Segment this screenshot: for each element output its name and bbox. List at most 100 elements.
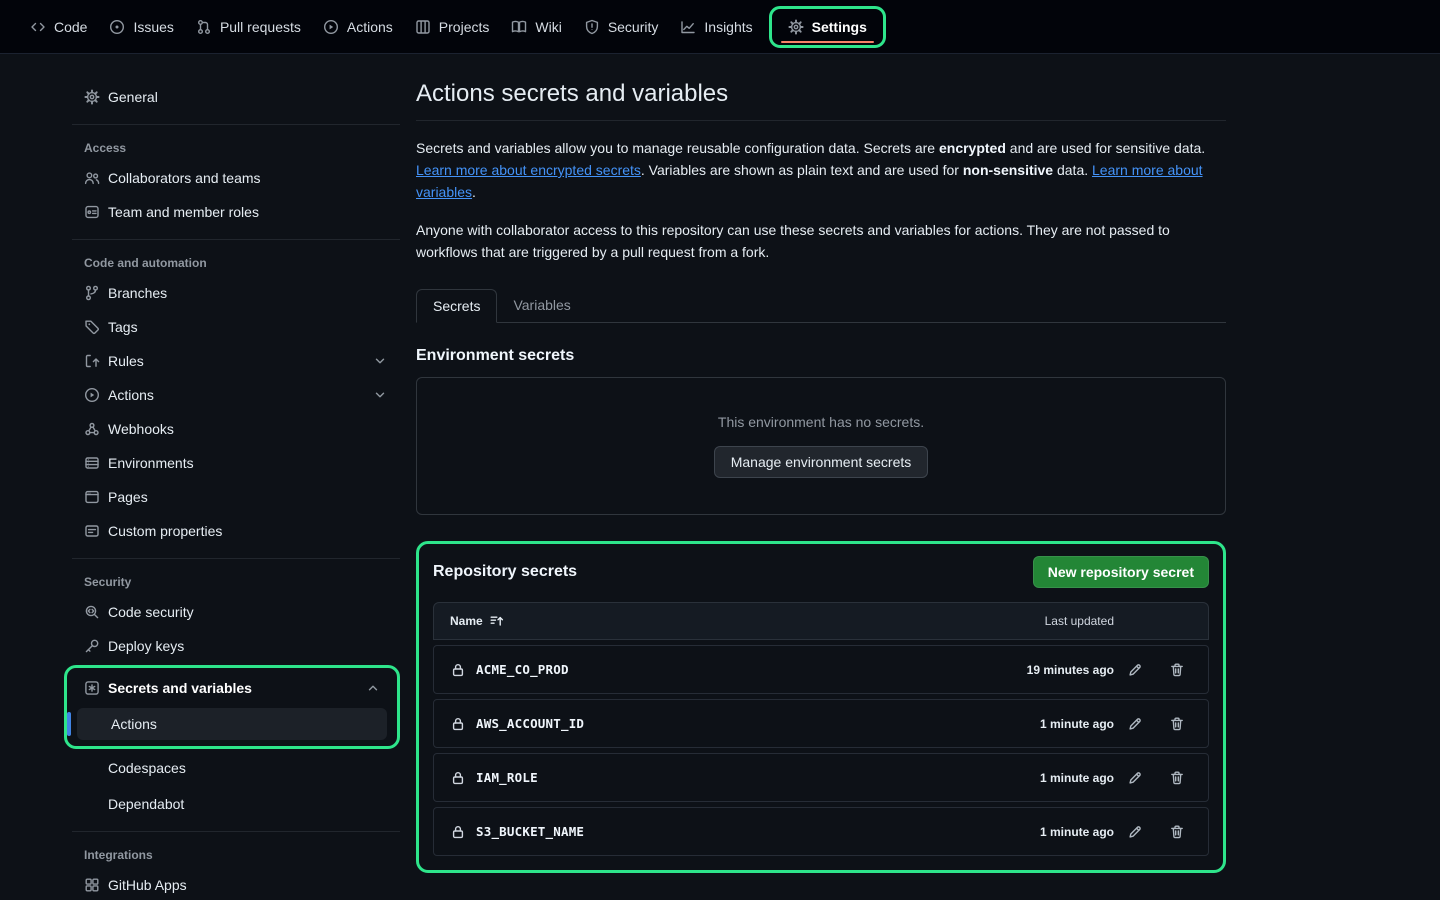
intro-text: Secrets and variables allow you to manag…	[416, 137, 1226, 263]
active-tab-underline	[781, 41, 874, 43]
sidebar-item-deploy-keys[interactable]: Deploy keys	[64, 629, 400, 663]
edit-secret-button[interactable]	[1114, 708, 1156, 740]
nav-tab-wiki[interactable]: Wiki	[501, 12, 571, 42]
nav-tab-insights[interactable]: Insights	[670, 12, 762, 42]
sidebar-item-rules[interactable]: Rules	[64, 344, 400, 378]
trash-icon	[1169, 824, 1185, 840]
webhook-icon	[84, 421, 100, 437]
secret-row: ACME_CO_PROD 19 minutes ago	[433, 645, 1209, 694]
project-table-icon	[415, 19, 431, 35]
sidebar-item-team-roles[interactable]: Team and member roles	[64, 195, 400, 229]
nav-tab-settings[interactable]: Settings	[778, 12, 877, 42]
sidebar-item-pages[interactable]: Pages	[64, 480, 400, 514]
sidebar-divider	[72, 831, 400, 832]
issue-opened-icon	[109, 19, 125, 35]
graph-icon	[680, 19, 696, 35]
gear-icon	[84, 89, 100, 105]
main-content: Actions secrets and variables Secrets an…	[416, 54, 1226, 900]
nav-tab-actions[interactable]: Actions	[313, 12, 403, 42]
secret-row: IAM_ROLE 1 minute ago	[433, 753, 1209, 802]
tab-variables[interactable]: Variables	[497, 289, 586, 322]
secret-name: AWS_ACCOUNT_ID	[476, 716, 584, 731]
manage-environment-secrets-button[interactable]: Manage environment secrets	[714, 446, 929, 478]
sidebar-divider	[72, 124, 400, 125]
delete-secret-button[interactable]	[1156, 708, 1198, 740]
sidebar-subitem-actions[interactable]: Actions	[77, 708, 387, 740]
intro-paragraph-1: Secrets and variables allow you to manag…	[416, 137, 1226, 203]
secret-name: S3_BUCKET_NAME	[476, 824, 584, 839]
people-icon	[84, 170, 100, 186]
delete-secret-button[interactable]	[1156, 762, 1198, 794]
environment-secrets-heading: Environment secrets	[416, 347, 1226, 365]
trash-icon	[1169, 770, 1185, 786]
sort-by-name[interactable]: Name	[450, 613, 505, 629]
key-icon	[84, 638, 100, 654]
repository-secrets-heading: Repository secrets	[433, 563, 577, 581]
sidebar-section-access: Access	[64, 135, 400, 161]
sidebar-item-environments[interactable]: Environments	[64, 446, 400, 480]
last-updated-column-header: Last updated	[974, 614, 1114, 628]
apps-icon	[84, 877, 100, 893]
nav-tab-pull-requests[interactable]: Pull requests	[186, 12, 311, 42]
edit-secret-button[interactable]	[1114, 654, 1156, 686]
sidebar-section-security: Security	[64, 569, 400, 595]
id-badge-icon	[84, 204, 100, 220]
sidebar-divider	[72, 239, 400, 240]
codescan-icon	[84, 604, 100, 620]
browser-icon	[84, 489, 100, 505]
secrets-table-header: Name Last updated	[433, 602, 1209, 640]
note-icon	[84, 523, 100, 539]
new-repository-secret-button[interactable]: New repository secret	[1033, 556, 1209, 588]
edit-secret-button[interactable]	[1114, 816, 1156, 848]
lock-icon	[450, 770, 466, 786]
sidebar-item-collaborators[interactable]: Collaborators and teams	[64, 161, 400, 195]
nav-tab-security[interactable]: Security	[574, 12, 669, 42]
nav-tab-code[interactable]: Code	[20, 12, 97, 42]
nav-tab-projects[interactable]: Projects	[405, 12, 500, 42]
sidebar-item-secrets-and-variables[interactable]: Secrets and variables	[71, 671, 393, 705]
sidebar-item-actions[interactable]: Actions	[64, 378, 400, 412]
pencil-icon	[1127, 770, 1143, 786]
annotation-ring-secrets-and-variables: Secrets and variables Actions	[64, 665, 400, 749]
sidebar-item-tags[interactable]: Tags	[64, 310, 400, 344]
play-icon	[84, 387, 100, 403]
annotation-ring-repository-secrets: Repository secrets New repository secret…	[416, 541, 1226, 873]
sidebar-subitem-codespaces[interactable]: Codespaces	[64, 751, 400, 785]
sidebar-item-general[interactable]: General	[64, 80, 400, 114]
sort-ascending-icon	[489, 613, 505, 629]
pencil-icon	[1127, 662, 1143, 678]
gear-icon	[788, 19, 804, 35]
secret-last-updated: 1 minute ago	[974, 771, 1114, 785]
tab-secrets[interactable]: Secrets	[416, 289, 497, 323]
sidebar-section-code-automation: Code and automation	[64, 250, 400, 276]
rules-icon	[84, 353, 100, 369]
delete-secret-button[interactable]	[1156, 816, 1198, 848]
sidebar-item-github-apps[interactable]: GitHub Apps	[64, 868, 400, 900]
annotation-ring-settings: Settings	[769, 6, 886, 48]
sidebar-item-webhooks[interactable]: Webhooks	[64, 412, 400, 446]
edit-secret-button[interactable]	[1114, 762, 1156, 794]
sidebar-subitem-dependabot[interactable]: Dependabot	[64, 787, 400, 821]
secret-name: IAM_ROLE	[476, 770, 538, 785]
sidebar-item-branches[interactable]: Branches	[64, 276, 400, 310]
sidebar-section-integrations: Integrations	[64, 842, 400, 868]
sidebar-item-code-security[interactable]: Code security	[64, 595, 400, 629]
nav-tab-issues[interactable]: Issues	[99, 12, 183, 42]
lock-icon	[450, 716, 466, 732]
delete-secret-button[interactable]	[1156, 654, 1198, 686]
pencil-icon	[1127, 824, 1143, 840]
environment-secrets-box: This environment has no secrets. Manage …	[416, 377, 1226, 515]
intro-paragraph-2: Anyone with collaborator access to this …	[416, 219, 1226, 263]
secret-row: AWS_ACCOUNT_ID 1 minute ago	[433, 699, 1209, 748]
chevron-down-icon	[372, 387, 388, 403]
page-title: Actions secrets and variables	[416, 80, 1226, 121]
secrets-variables-tabnav: Secrets Variables	[416, 289, 1226, 323]
secret-last-updated: 19 minutes ago	[974, 663, 1114, 677]
secret-row: S3_BUCKET_NAME 1 minute ago	[433, 807, 1209, 856]
lock-icon	[450, 662, 466, 678]
link-encrypted-secrets[interactable]: Learn more about encrypted secrets	[416, 162, 641, 178]
play-icon	[323, 19, 339, 35]
asterisk-box-icon	[84, 680, 100, 696]
sidebar-item-custom-properties[interactable]: Custom properties	[64, 514, 400, 548]
pencil-icon	[1127, 716, 1143, 732]
